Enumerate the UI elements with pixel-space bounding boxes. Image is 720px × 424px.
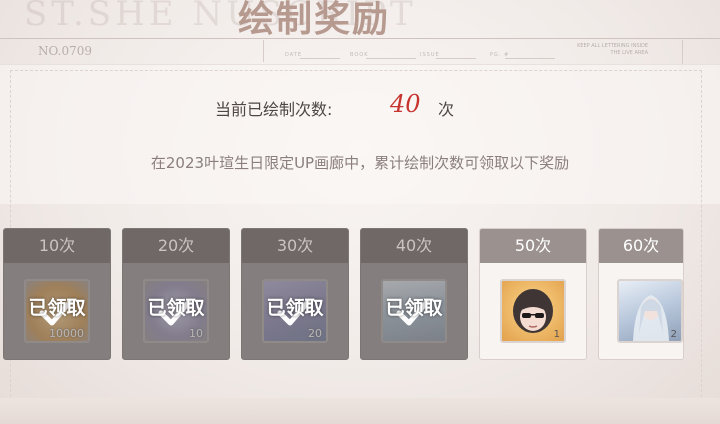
reward-card-10[interactable]: 10次 10000 已领取 <box>3 228 111 360</box>
reward-threshold: 40次 <box>361 229 467 263</box>
serial-number: NO.0709 <box>38 44 92 58</box>
draw-count-unit: 次 <box>438 100 455 119</box>
draw-count-value: 40 <box>390 90 421 118</box>
reward-card-30[interactable]: 30次 20 已领取 <box>241 228 349 360</box>
reward-threshold: 10次 <box>4 229 110 263</box>
header-divider <box>0 38 720 39</box>
claimed-label: 已领取 <box>385 297 443 319</box>
field-date-line <box>300 58 340 59</box>
field-issue-line <box>436 58 476 59</box>
reward-description: 在2023叶瑄生日限定UP画廊中，累计绘制次数可领取以下奖励 <box>150 154 570 172</box>
corner-note: KEEP ALL LETTERING INSIDE THE LIVE AREA <box>577 43 648 56</box>
reward-card-40[interactable]: 40次 已领取 <box>360 228 468 360</box>
reward-quantity: 1 <box>553 329 560 340</box>
field-page-line <box>505 58 555 59</box>
reward-threshold: 50次 <box>480 229 586 263</box>
reward-quantity: 2 <box>670 329 677 340</box>
draw-count-label: 当前已绘制次数: <box>215 100 333 119</box>
side-box <box>682 40 720 66</box>
draw-count-row: 当前已绘制次数: 40 次 <box>0 90 720 124</box>
reward-card-20[interactable]: 20次 10 已领取 <box>122 228 230 360</box>
page-title: 绘制奖励 <box>238 0 391 40</box>
character-art-icon: 2 <box>617 279 683 343</box>
reward-threshold: 30次 <box>242 229 348 263</box>
reward-card-50[interactable]: 50次 1 <box>479 228 587 360</box>
claimed-label: 已领取 <box>266 297 324 319</box>
field-book-line <box>366 58 416 59</box>
avatar-icon: 1 <box>500 279 566 343</box>
claimed-label: 已领取 <box>28 297 86 319</box>
reward-threshold: 20次 <box>123 229 229 263</box>
claimed-label: 已领取 <box>147 297 205 319</box>
reward-threshold: 60次 <box>599 229 683 263</box>
reward-card-60[interactable]: 60次 2 <box>598 228 684 360</box>
bottom-strip <box>0 398 720 424</box>
